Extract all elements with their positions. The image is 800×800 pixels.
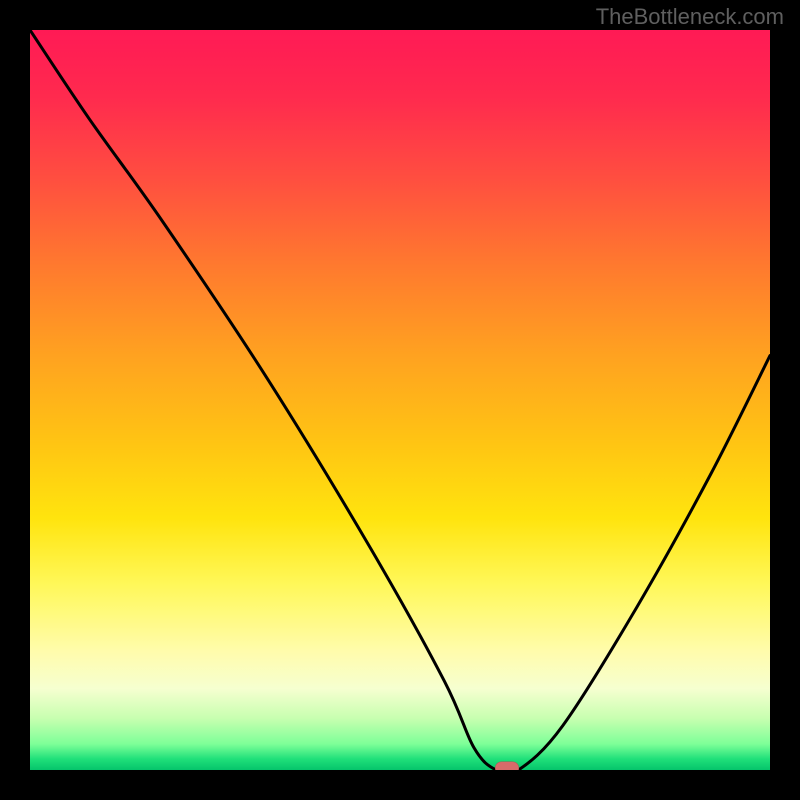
bottleneck-curve: [30, 30, 770, 770]
chart-container: TheBottleneck.com: [0, 0, 800, 800]
curve-svg: [30, 30, 770, 770]
watermark-text: TheBottleneck.com: [596, 4, 784, 30]
plot-area: [30, 30, 770, 770]
optimal-point-marker: [495, 762, 519, 771]
